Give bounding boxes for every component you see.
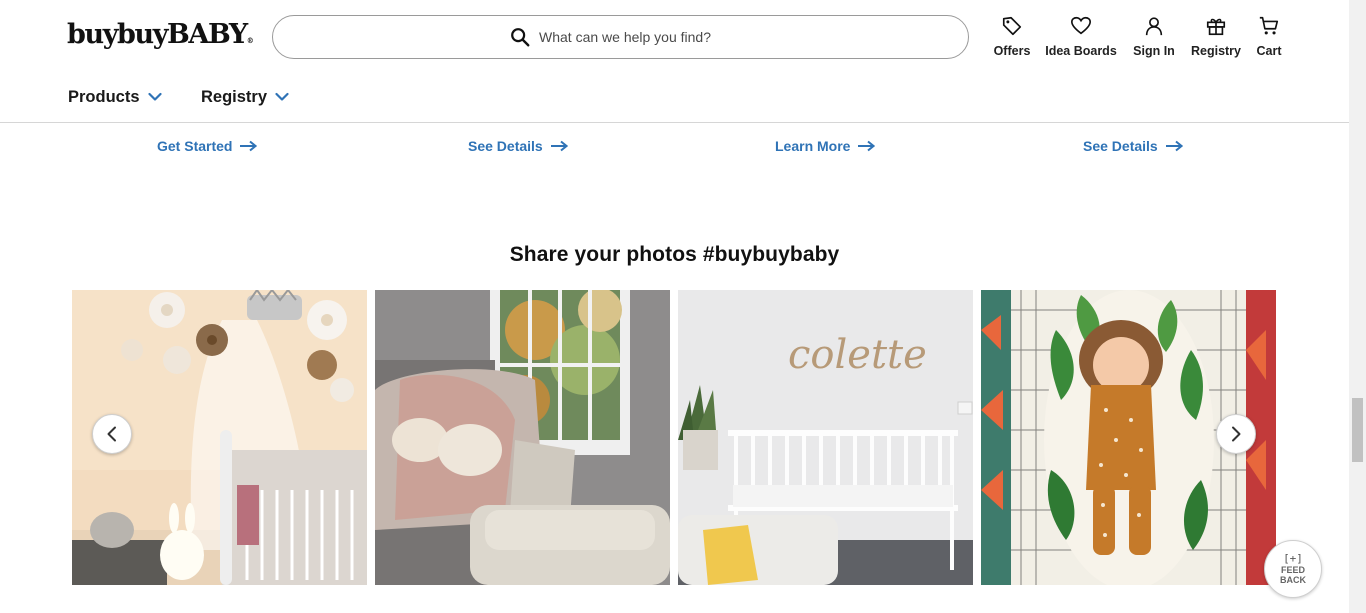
tag-icon [1002, 16, 1022, 36]
arrow-right-icon [1165, 140, 1183, 152]
registry-menu[interactable]: Registry [201, 86, 289, 108]
arrow-right-icon [550, 140, 568, 152]
chevron-left-icon [107, 426, 116, 442]
feedback-button[interactable]: [+] FEED BACK [1264, 540, 1322, 598]
carousel-next-button[interactable] [1216, 414, 1256, 454]
see-details-link[interactable]: See Details [468, 138, 568, 154]
arrow-right-icon [240, 140, 258, 152]
get-started-link[interactable]: Get Started [157, 138, 258, 154]
products-menu-label: Products [68, 87, 140, 106]
heart-icon [1071, 16, 1091, 35]
chevron-down-icon [275, 92, 289, 101]
learn-more-link[interactable]: Learn More [775, 138, 876, 154]
cta-label: See Details [1083, 138, 1158, 154]
offers-link[interactable]: Offers [992, 15, 1032, 61]
gift-icon [1206, 18, 1226, 36]
carousel-prev-button[interactable] [92, 414, 132, 454]
registry-label: Registry [1190, 44, 1242, 58]
gallery-photo-colette-nursery[interactable]: colette [678, 290, 973, 585]
header-icon-nav: Offers Idea Boards Sign In Registry Cart [0, 15, 1349, 65]
user-icon [1145, 17, 1163, 36]
site-header: buybuyBABY® Offers Idea Boards Sign In R… [0, 0, 1349, 123]
cta-label: See Details [468, 138, 543, 154]
sign-in-link[interactable]: Sign In [1131, 15, 1177, 61]
feedback-plus-icon: [+] [1283, 552, 1303, 565]
name-sign: colette [788, 332, 927, 378]
registry-menu-label: Registry [201, 87, 268, 106]
idea-boards-link[interactable]: Idea Boards [1044, 15, 1118, 61]
gallery-photo-rocker-chair[interactable] [375, 290, 670, 585]
see-details-link-2[interactable]: See Details [1083, 138, 1183, 154]
page-scrollbar[interactable] [1349, 0, 1366, 613]
idea-boards-label: Idea Boards [1045, 44, 1117, 58]
colette-nursery-image: colette [678, 290, 973, 585]
cart-icon [1259, 16, 1279, 35]
chevron-down-icon [147, 92, 162, 101]
share-photos-heading: Share your photos #buybuybaby [509, 243, 840, 266]
chevron-right-icon [1232, 426, 1241, 442]
feedback-label: FEED BACK [1280, 565, 1306, 585]
rocker-chair-image [375, 290, 670, 585]
photo-carousel: colette [72, 290, 1276, 585]
products-menu[interactable]: Products [68, 86, 162, 108]
cta-label: Get Started [157, 138, 233, 154]
arrow-right-icon [858, 140, 876, 152]
offers-label: Offers [993, 44, 1031, 58]
cart-link[interactable]: Cart [1254, 15, 1284, 61]
sign-in-label: Sign In [1133, 44, 1175, 58]
cart-label: Cart [1256, 44, 1282, 58]
promo-links-row: Get Started See Details Learn More See D… [0, 138, 1349, 160]
cta-label: Learn More [775, 138, 851, 154]
scrollbar-thumb[interactable] [1352, 398, 1363, 462]
registry-link[interactable]: Registry [1190, 15, 1242, 61]
